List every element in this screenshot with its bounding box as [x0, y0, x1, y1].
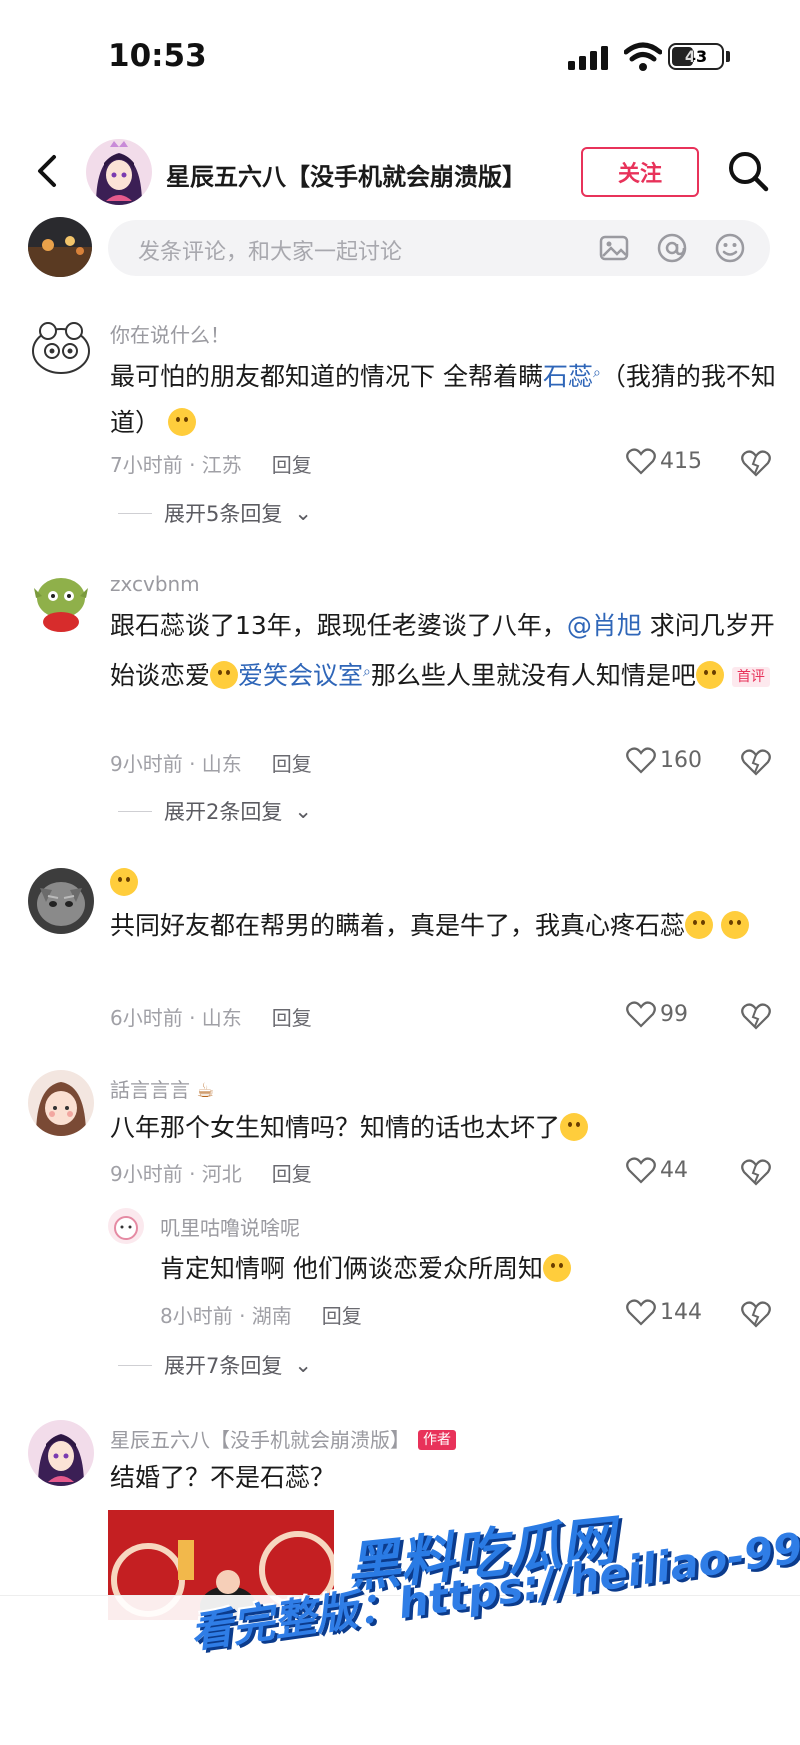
comment-username[interactable]: 星辰五六八【没手机就会崩溃版】 作者: [110, 1424, 456, 1453]
reply-button[interactable]: 回复: [272, 453, 312, 477]
topic-search-icon: ⌕: [363, 664, 371, 680]
wink-emoji-icon: [560, 1113, 589, 1141]
commenter-avatar[interactable]: [28, 868, 94, 934]
my-avatar: [28, 217, 92, 277]
dislike-icon[interactable]: [741, 1299, 771, 1329]
like-button[interactable]: 144: [626, 1298, 702, 1326]
comment-username[interactable]: zxcvbnm: [110, 572, 200, 596]
emoji-icon[interactable]: [714, 232, 746, 264]
chevron-down-icon: ⌄: [294, 501, 312, 525]
comment-text: 八年那个女生知情吗？知情的话也太坏了: [110, 1105, 780, 1151]
follow-button[interactable]: 关注: [581, 147, 699, 197]
like-count: 415: [660, 448, 702, 474]
crying-emoji-icon: [167, 408, 196, 436]
mention-link[interactable]: @肖旭: [567, 611, 642, 640]
smile-emoji-icon: [210, 661, 239, 689]
smile-emoji-icon: [695, 661, 724, 689]
chevron-down-icon: ⌄: [294, 799, 312, 823]
heart-icon: [626, 747, 656, 774]
topic-search-icon: ⌕: [592, 365, 601, 381]
search-icon[interactable]: [726, 149, 770, 193]
reply-button[interactable]: 回复: [272, 1006, 312, 1030]
commenter-avatar[interactable]: [28, 1420, 94, 1486]
like-count: 144: [660, 1299, 702, 1325]
comment-text: 最可怕的朋友都知道的情况下 全帮着瞒石蕊⌕（我猜的我不知道）: [110, 362, 776, 437]
reply-text: 肯定知情啊 他们俩谈恋爱众所周知: [160, 1246, 770, 1292]
reply-button[interactable]: 回复: [272, 752, 312, 776]
author-avatar[interactable]: [86, 139, 152, 205]
like-button[interactable]: 160: [626, 746, 702, 774]
top-nav-bar: 星辰五六八【没手机就会崩溃版】 关注: [0, 125, 800, 220]
comment-username[interactable]: 話言言言 ☕: [110, 1074, 214, 1103]
comment-text: 共同好友都在帮男的瞒着，真是牛了，我真心疼石蕊: [110, 903, 780, 949]
image-icon[interactable]: [598, 232, 630, 264]
dislike-icon[interactable]: [741, 1001, 771, 1031]
status-time: 10:53: [108, 38, 207, 74]
heart-icon: [626, 1157, 656, 1184]
wifi-icon: [624, 42, 662, 71]
heart-icon: [626, 448, 656, 475]
dislike-icon[interactable]: [741, 1157, 771, 1187]
cellular-signal-icon: [568, 46, 608, 70]
status-bar: 10:53 43: [0, 0, 800, 120]
coffee-icon: ☕: [196, 1078, 215, 1102]
comment-text: 结婚了？不是石蕊？: [110, 1463, 336, 1492]
pleading-emoji-icon: [720, 911, 749, 939]
reply-avatar[interactable]: [108, 1208, 144, 1244]
battery-icon: 43: [668, 43, 724, 70]
reply-button[interactable]: 回复: [322, 1304, 362, 1328]
dislike-icon[interactable]: [741, 448, 771, 478]
chevron-down-icon: ⌄: [294, 1353, 312, 1377]
topic-link[interactable]: 爱笑会议室: [238, 661, 363, 690]
back-arrow-icon[interactable]: [28, 151, 68, 191]
expand-replies-button[interactable]: 展开2条回复 ⌄: [118, 796, 312, 826]
expand-replies-button[interactable]: 展开5条回复 ⌄: [118, 498, 312, 528]
commenter-avatar[interactable]: [28, 1070, 94, 1136]
commenter-avatar[interactable]: [28, 568, 94, 634]
comment-meta: 6小时前 · 山东 回复: [110, 1006, 312, 1030]
like-count: 99: [660, 1001, 688, 1027]
like-button[interactable]: 44: [626, 1156, 688, 1184]
like-button[interactable]: 99: [626, 1000, 688, 1028]
comment-meta: 7小时前 · 江苏 回复: [110, 453, 312, 477]
heart-icon: [626, 1299, 656, 1326]
hug-emoji-icon: [110, 868, 138, 896]
commenter-avatar[interactable]: [28, 315, 94, 381]
mention-icon[interactable]: [656, 232, 688, 264]
laughing-emoji-icon: [542, 1254, 571, 1282]
author-badge: 作者: [418, 1430, 456, 1450]
like-count: 44: [660, 1157, 688, 1183]
reply-meta: 8小时前 · 湖南 回复: [160, 1304, 362, 1328]
first-comment-badge: 首评: [731, 667, 770, 687]
comment-username[interactable]: 你在说什么！: [110, 319, 230, 348]
page-title: 星辰五六八【没手机就会崩溃版】: [166, 163, 526, 191]
comment-input[interactable]: 发条评论，和大家一起讨论: [108, 220, 770, 276]
crying-emoji-icon: [685, 911, 714, 939]
like-button[interactable]: 415: [626, 447, 702, 475]
heart-icon: [626, 1001, 656, 1028]
comment-meta: 9小时前 · 河北 回复: [110, 1162, 312, 1186]
reply-username[interactable]: 叽里咕噜说啥呢: [160, 1212, 300, 1241]
battery-level: 43: [684, 47, 708, 66]
comment-text: 跟石蕊谈了13年，跟现任老婆谈了八年，@肖旭 求问几岁开始谈恋爱 爱笑会议室⌕那么…: [110, 611, 775, 690]
topic-link[interactable]: 石蕊: [543, 362, 593, 391]
comment-username[interactable]: [110, 868, 138, 896]
dislike-icon[interactable]: [741, 747, 771, 777]
expand-replies-button[interactable]: 展开7条回复 ⌄: [118, 1350, 312, 1380]
reply-button[interactable]: 回复: [272, 1162, 312, 1186]
comment-input-placeholder: 发条评论，和大家一起讨论: [138, 240, 403, 265]
like-count: 160: [660, 747, 702, 773]
comment-meta: 9小时前 · 山东 回复: [110, 752, 312, 776]
